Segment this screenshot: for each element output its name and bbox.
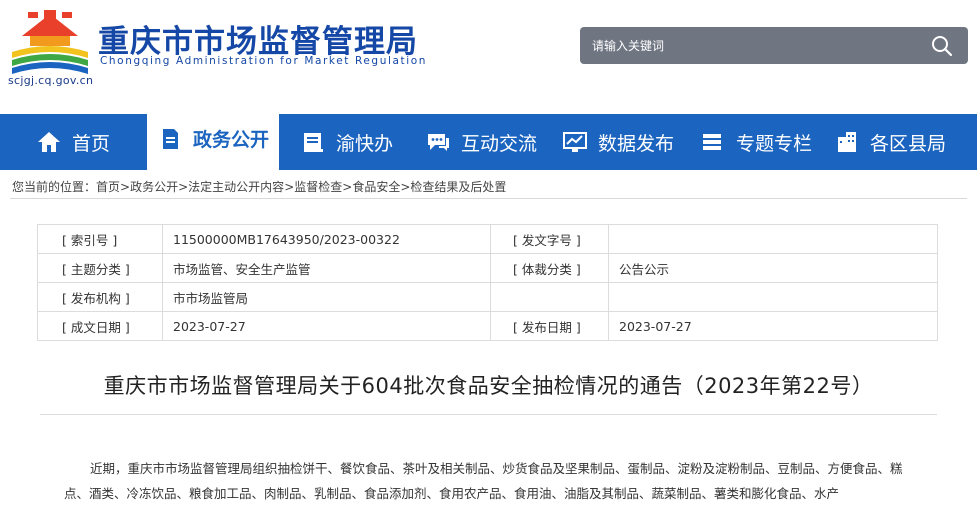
breadcrumb-statutory-disclosure[interactable]: 法定主动公开内容 (188, 180, 284, 194)
breadcrumb-food-safety[interactable]: 食品安全 (352, 180, 400, 194)
search-bar (580, 27, 968, 64)
meta-value: 11500000MB17643950/2023-00322 (162, 224, 491, 254)
meta-value (608, 224, 938, 254)
nav-item-special-topics[interactable]: 专题专栏 (700, 114, 812, 170)
breadcrumb: 您当前的位置：首页>政务公开>法定主动公开内容>监督检查>食品安全>检查结果及后… (12, 178, 506, 195)
breadcrumb-separator: > (342, 180, 353, 194)
breadcrumb-inspection-results[interactable]: 检查结果及后处置 (410, 180, 506, 194)
meta-value: 2023-07-27 (608, 311, 938, 341)
chart-icon (563, 132, 587, 152)
nav-label: 互动交流 (461, 132, 538, 155)
breadcrumb-separator: > (120, 180, 131, 194)
chat-icon (428, 134, 449, 151)
nav-item-district-bureaus[interactable]: 各区县局 (834, 114, 946, 170)
home-icon (38, 132, 60, 152)
document-icon (163, 128, 178, 149)
search-input[interactable] (590, 35, 924, 57)
meta-label: [ 发文字号 ] (490, 224, 609, 254)
breadcrumb-divider (10, 198, 967, 199)
book-icon (304, 133, 323, 152)
nav-label: 数据发布 (598, 132, 675, 155)
nav-label: 渝快办 (336, 132, 394, 155)
document-meta-table: [ 索引号 ] 11500000MB17643950/2023-00322 [ … (37, 224, 938, 341)
nav-item-gov-affairs[interactable]: 政务公开 (147, 107, 280, 170)
table-row: [ 成文日期 ] 2023-07-27 [ 发布日期 ] 2023-07-27 (37, 311, 938, 341)
document-body: 近期，重庆市市场监督管理局组织抽检饼干、餐饮食品、茶叶及相关制品、炒货食品及坚果… (64, 461, 903, 501)
meta-label: [ 索引号 ] (37, 224, 163, 254)
meta-label: [ 成文日期 ] (37, 311, 163, 341)
nav-label: 专题专栏 (736, 132, 813, 155)
meta-label (490, 282, 609, 312)
site-subtitle: Chongqing Administration for Market Regu… (100, 55, 428, 67)
main-nav: 首页 政务公开 渝快办 互动交流 数据发布 专题专栏 各区县局 (0, 107, 977, 170)
meta-value: 市场监管、安全生产监管 (162, 253, 491, 283)
meta-label: [ 发布机构 ] (37, 282, 163, 312)
breadcrumb-separator: > (178, 180, 189, 194)
breadcrumb-home[interactable]: 首页 (96, 180, 120, 194)
meta-label: [ 体裁分类 ] (490, 253, 609, 283)
breadcrumb-gov-affairs[interactable]: 政务公开 (130, 180, 178, 194)
nav-label: 各区县局 (870, 132, 947, 155)
building-icon (838, 132, 856, 152)
table-row: [ 主题分类 ] 市场监管、安全生产监管 [ 体裁分类 ] 公告公示 (37, 253, 938, 283)
document-title: 重庆市市场监督管理局关于604批次食品安全抽检情况的通告（2023年第22号） (103, 374, 874, 398)
table-row: [ 索引号 ] 11500000MB17643950/2023-00322 [ … (37, 224, 938, 254)
search-icon[interactable] (930, 34, 954, 58)
breadcrumb-separator: > (400, 180, 411, 194)
meta-value (608, 282, 938, 312)
breadcrumb-separator: > (284, 180, 295, 194)
title-divider (40, 414, 937, 415)
meta-value: 2023-07-27 (162, 311, 491, 341)
nav-label: 首页 (72, 132, 111, 155)
site-header: scjgj.cq.gov.cn 重庆市市场监督管理局 Chongqing Adm… (0, 0, 977, 114)
meta-value: 市市场监管局 (162, 282, 491, 312)
cq-emblem-icon[interactable] (8, 10, 92, 78)
table-row: [ 发布机构 ] 市市场监管局 (37, 282, 938, 312)
nav-label: 政务公开 (193, 129, 270, 151)
site-domain: scjgj.cq.gov.cn (8, 74, 94, 87)
nav-item-yukuaiban[interactable]: 渝快办 (300, 114, 393, 170)
breadcrumb-supervision[interactable]: 监督检查 (294, 180, 342, 194)
meta-value: 公告公示 (608, 253, 938, 283)
breadcrumb-prefix: 您当前的位置： (12, 180, 97, 194)
meta-label: [ 主题分类 ] (37, 253, 163, 283)
list-icon (703, 134, 721, 150)
nav-item-interaction[interactable]: 互动交流 (425, 114, 537, 170)
meta-label: [ 发布日期 ] (490, 311, 609, 341)
nav-item-data-release[interactable]: 数据发布 (562, 114, 674, 170)
nav-item-home[interactable]: 首页 (36, 114, 110, 170)
